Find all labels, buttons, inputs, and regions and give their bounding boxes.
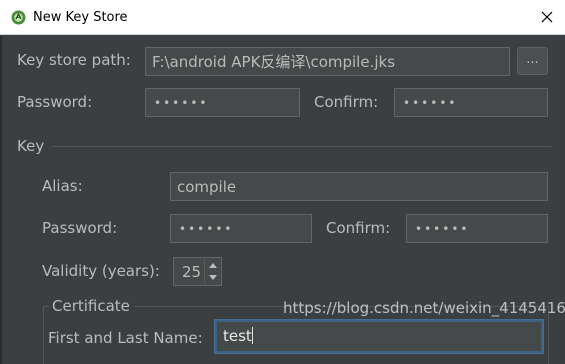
- chevron-down-icon[interactable]: [207, 272, 219, 283]
- validity-value: 25: [182, 263, 202, 281]
- key-password-input[interactable]: ••••••: [170, 214, 312, 243]
- certificate-left-border: [43, 306, 44, 364]
- validity-spinner[interactable]: 25: [173, 257, 222, 286]
- window-edge: [0, 36, 2, 364]
- certificate-section-label: Certificate: [52, 297, 130, 315]
- close-icon[interactable]: [537, 7, 557, 27]
- key-store-path-label: Key store path:: [17, 51, 131, 69]
- keystore-confirm-label: Confirm:: [314, 93, 379, 111]
- keystore-confirm-input[interactable]: ••••••: [394, 88, 548, 117]
- validity-label: Validity (years):: [42, 262, 160, 280]
- browse-button[interactable]: ...: [517, 47, 548, 75]
- first-last-name-value: test: [223, 327, 252, 345]
- alias-input[interactable]: compile: [170, 172, 548, 201]
- chevron-up-icon[interactable]: [207, 260, 219, 271]
- key-confirm-label: Confirm:: [326, 219, 391, 237]
- text-caret: [251, 327, 253, 344]
- keystore-password-input[interactable]: ••••••: [145, 88, 300, 117]
- title-bar: New Key Store: [0, 0, 565, 35]
- key-section-label: Key: [17, 137, 45, 155]
- window-title: New Key Store: [33, 10, 128, 25]
- first-last-name-input[interactable]: test: [214, 319, 544, 354]
- key-store-path-input[interactable]: F:\android APK反编译\compile.jks: [145, 47, 510, 76]
- key-section-separator: [51, 146, 551, 147]
- watermark-url: https://blog.csdn.net/weixin_41454168: [283, 299, 565, 317]
- first-last-name-label: First and Last Name:: [48, 329, 203, 347]
- key-password-label: Password:: [42, 219, 118, 237]
- spinner-arrows: [204, 259, 221, 284]
- android-studio-icon: [11, 10, 26, 25]
- keystore-password-label: Password:: [17, 93, 93, 111]
- key-confirm-input[interactable]: ••••••: [406, 214, 548, 243]
- alias-label: Alias:: [42, 177, 83, 195]
